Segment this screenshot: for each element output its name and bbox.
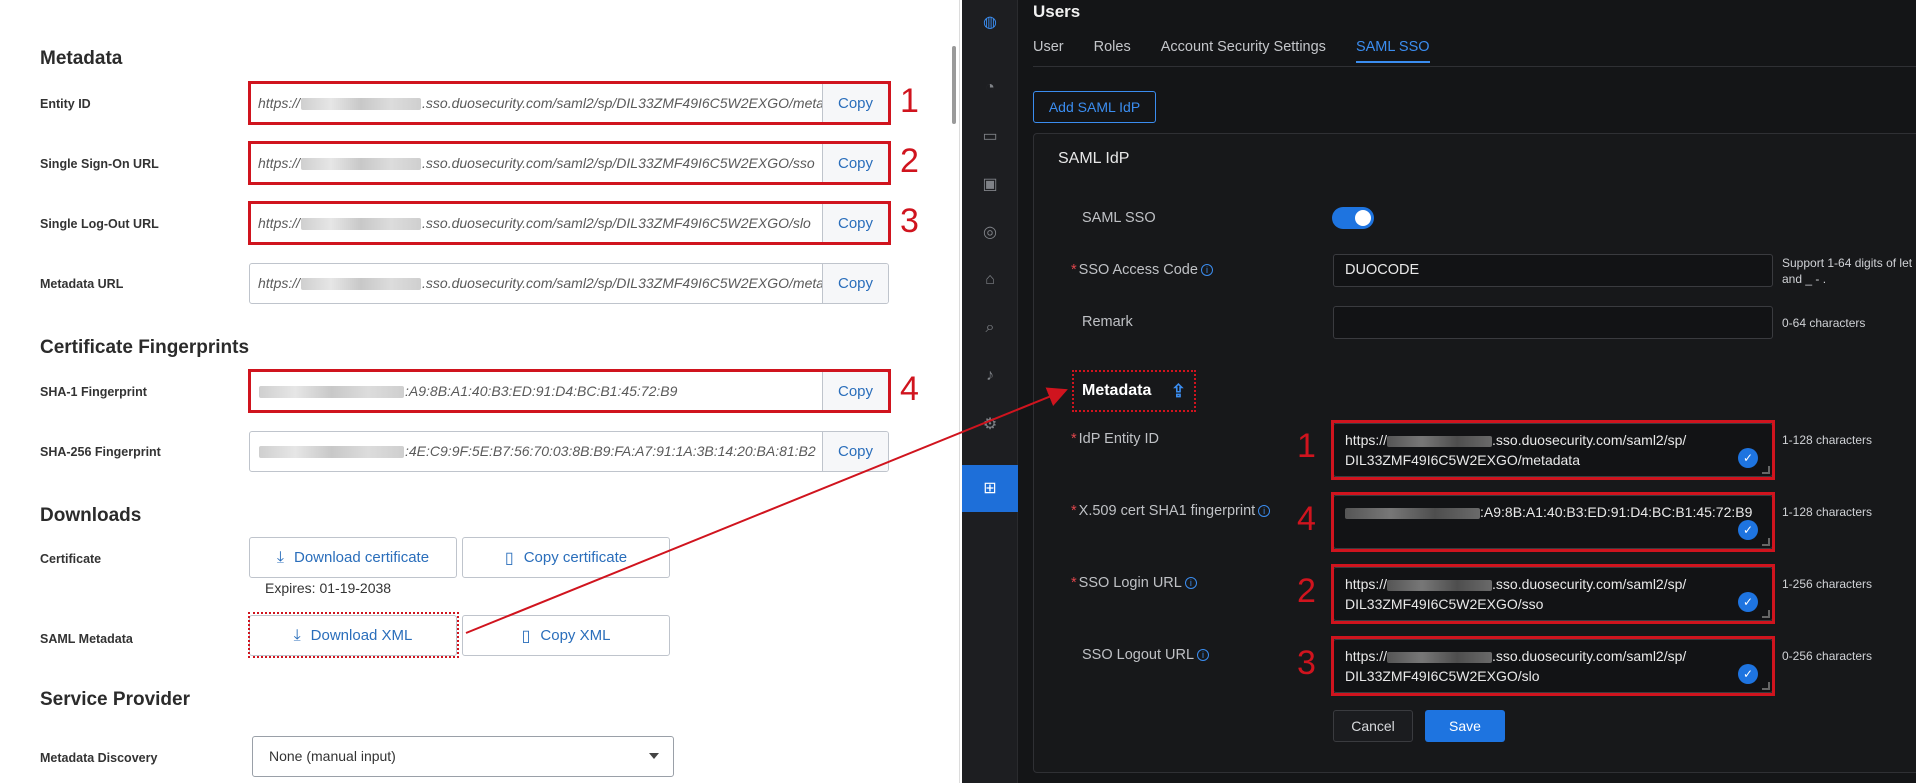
annotation-number-2-right: 2 bbox=[1297, 572, 1316, 610]
section-downloads-title: Downloads bbox=[40, 505, 142, 526]
org-chart-icon[interactable]: ⊞ bbox=[978, 476, 1002, 500]
page-title: Users bbox=[1033, 2, 1081, 21]
download-certificate-button[interactable]: ⤓ Download certificate bbox=[249, 537, 457, 578]
download-icon: ⤓ bbox=[276, 548, 284, 566]
sso-access-code-input[interactable]: DUOCODE bbox=[1333, 254, 1773, 287]
remark-hint: 0-64 characters bbox=[1782, 316, 1866, 330]
caret-down-icon bbox=[649, 753, 659, 759]
metadata-upload-heading[interactable]: Metadata ⇪ bbox=[1072, 370, 1196, 412]
annotation-box-4-left bbox=[248, 369, 891, 413]
section-fingerprints-title: Certificate Fingerprints bbox=[40, 337, 250, 358]
redacted-block bbox=[259, 446, 404, 459]
metadata-discovery-label: Metadata Discovery bbox=[40, 751, 158, 765]
x509-sha1-label: * X.509 cert SHA1 fingerprint i bbox=[1071, 503, 1271, 519]
annotation-number-4-right: 4 bbox=[1297, 500, 1316, 538]
metadata-url-label: Metadata URL bbox=[40, 277, 124, 291]
scrollbar[interactable] bbox=[952, 46, 956, 124]
settings-icon[interactable]: ⚙ bbox=[978, 412, 1002, 436]
info-icon[interactable]: i bbox=[1200, 264, 1213, 276]
search-log-icon[interactable]: ⌕ bbox=[978, 316, 1002, 340]
x509-sha1-hint: 1-128 characters bbox=[1782, 505, 1873, 519]
saml-sso-label: SAML SSO bbox=[1082, 210, 1156, 226]
remark-input[interactable] bbox=[1333, 306, 1773, 339]
info-icon[interactable]: i bbox=[1184, 577, 1197, 589]
annotation-box-3-left bbox=[248, 201, 891, 245]
tab-saml-sso[interactable]: SAML SSO bbox=[1355, 39, 1430, 63]
annotation-download-xml-box bbox=[248, 612, 459, 658]
annotation-number-3-left: 3 bbox=[900, 202, 919, 240]
annotation-box-3-right bbox=[1331, 636, 1775, 696]
clipboard-icon: ▯ bbox=[521, 627, 531, 645]
certificate-expiry: Expires: 01-19-2038 bbox=[265, 580, 392, 596]
metadata-url-copy-button[interactable]: Copy bbox=[822, 264, 888, 303]
section-service-provider-title: Service Provider bbox=[40, 689, 190, 710]
upload-icon[interactable]: ⇪ bbox=[1171, 380, 1186, 402]
tab-account-security[interactable]: Account Security Settings bbox=[1161, 39, 1326, 63]
nav-rail: ◍ ◔ ▭ ▣ ◎ ⌂ ⌕ ♪ ⚙ ⊞ bbox=[962, 0, 1018, 783]
saml-metadata-label: SAML Metadata bbox=[40, 632, 133, 646]
sha256-field: :4E:C9:9F:5E:B7:56:70:03:8B:B9:FA:A7:91:… bbox=[249, 431, 889, 472]
annotation-box-2-left bbox=[248, 141, 891, 185]
sso-login-url-hint: 1-256 characters bbox=[1782, 577, 1873, 591]
sha256-copy-button[interactable]: Copy bbox=[822, 432, 888, 471]
slo-url-label: Single Log-Out URL bbox=[40, 217, 159, 231]
saml-sso-toggle[interactable] bbox=[1332, 207, 1374, 229]
annotation-box-4-right bbox=[1331, 492, 1775, 552]
info-icon[interactable]: i bbox=[1197, 649, 1210, 661]
annotation-box-1-left bbox=[248, 81, 891, 125]
sso-logout-url-hint: 0-256 characters bbox=[1782, 649, 1873, 663]
sso-logout-url-label: SSO Logout URL i bbox=[1082, 647, 1210, 663]
copy-certificate-button[interactable]: ▯ Copy certificate bbox=[462, 537, 670, 578]
tab-user[interactable]: User bbox=[1033, 39, 1064, 63]
sha1-label: SHA-1 Fingerprint bbox=[40, 385, 147, 399]
devices-icon[interactable]: ▣ bbox=[978, 172, 1002, 196]
sso-url-label: Single Sign-On URL bbox=[40, 157, 159, 171]
metadata-discovery-select[interactable]: None (manual input) bbox=[252, 736, 674, 777]
sso-login-url-label: * SSO Login URL i bbox=[1071, 575, 1197, 591]
annotation-number-1-right: 1 bbox=[1297, 427, 1316, 465]
cancel-button[interactable]: Cancel bbox=[1333, 710, 1413, 742]
dashboard-icon[interactable]: ◔ bbox=[978, 76, 1002, 100]
idp-entity-id-hint: 1-128 characters bbox=[1782, 433, 1873, 447]
globe-icon[interactable]: ◍ bbox=[978, 10, 1002, 34]
tab-bar: User Roles Account Security Settings SAM… bbox=[1033, 39, 1460, 63]
annotation-box-2-right bbox=[1331, 564, 1775, 624]
access-point-icon[interactable]: ◎ bbox=[978, 220, 1002, 244]
annotation-number-4-left: 4 bbox=[900, 370, 919, 408]
toggle-knob bbox=[1355, 210, 1371, 226]
certificate-label: Certificate bbox=[40, 552, 102, 566]
save-button[interactable]: Save bbox=[1425, 710, 1505, 742]
clipboard-icon: ▯ bbox=[504, 549, 514, 567]
entity-id-label: Entity ID bbox=[40, 97, 91, 111]
tab-roles[interactable]: Roles bbox=[1094, 39, 1131, 63]
sso-access-code-hint: Support 1-64 digits of let and _ - . bbox=[1782, 256, 1913, 286]
annotation-box-1-right bbox=[1331, 420, 1775, 480]
annotation-number-3-right: 3 bbox=[1297, 644, 1316, 682]
annotation-number-1-left: 1 bbox=[900, 82, 919, 120]
sha256-value[interactable]: :4E:C9:9F:5E:B7:56:70:03:8B:B9:FA:A7:91:… bbox=[250, 432, 822, 471]
saml-idp-title: SAML IdP bbox=[1058, 150, 1130, 167]
sso-access-code-label: * SSO Access Code i bbox=[1071, 262, 1213, 278]
remark-label: Remark bbox=[1082, 314, 1133, 330]
redacted-block bbox=[301, 278, 422, 291]
annotation-number-2-left: 2 bbox=[900, 142, 919, 180]
tab-divider bbox=[1033, 66, 1916, 67]
router-icon[interactable]: ▭ bbox=[978, 124, 1002, 148]
sha256-label: SHA-256 Fingerprint bbox=[40, 445, 161, 459]
metadata-url-value[interactable]: https://.sso.duosecurity.com/saml2/sp/DI… bbox=[250, 264, 822, 303]
copy-xml-button[interactable]: ▯ Copy XML bbox=[462, 615, 670, 656]
section-metadata-title: Metadata bbox=[40, 48, 123, 69]
metadata-url-field: https://.sso.duosecurity.com/saml2/sp/DI… bbox=[249, 263, 889, 304]
idp-entity-id-label: * IdP Entity ID bbox=[1071, 431, 1159, 447]
info-icon[interactable]: i bbox=[1258, 505, 1271, 517]
location-icon[interactable]: ⌂ bbox=[978, 268, 1002, 292]
add-saml-idp-button[interactable]: Add SAML IdP bbox=[1033, 91, 1156, 123]
bell-icon[interactable]: ♪ bbox=[978, 364, 1002, 388]
